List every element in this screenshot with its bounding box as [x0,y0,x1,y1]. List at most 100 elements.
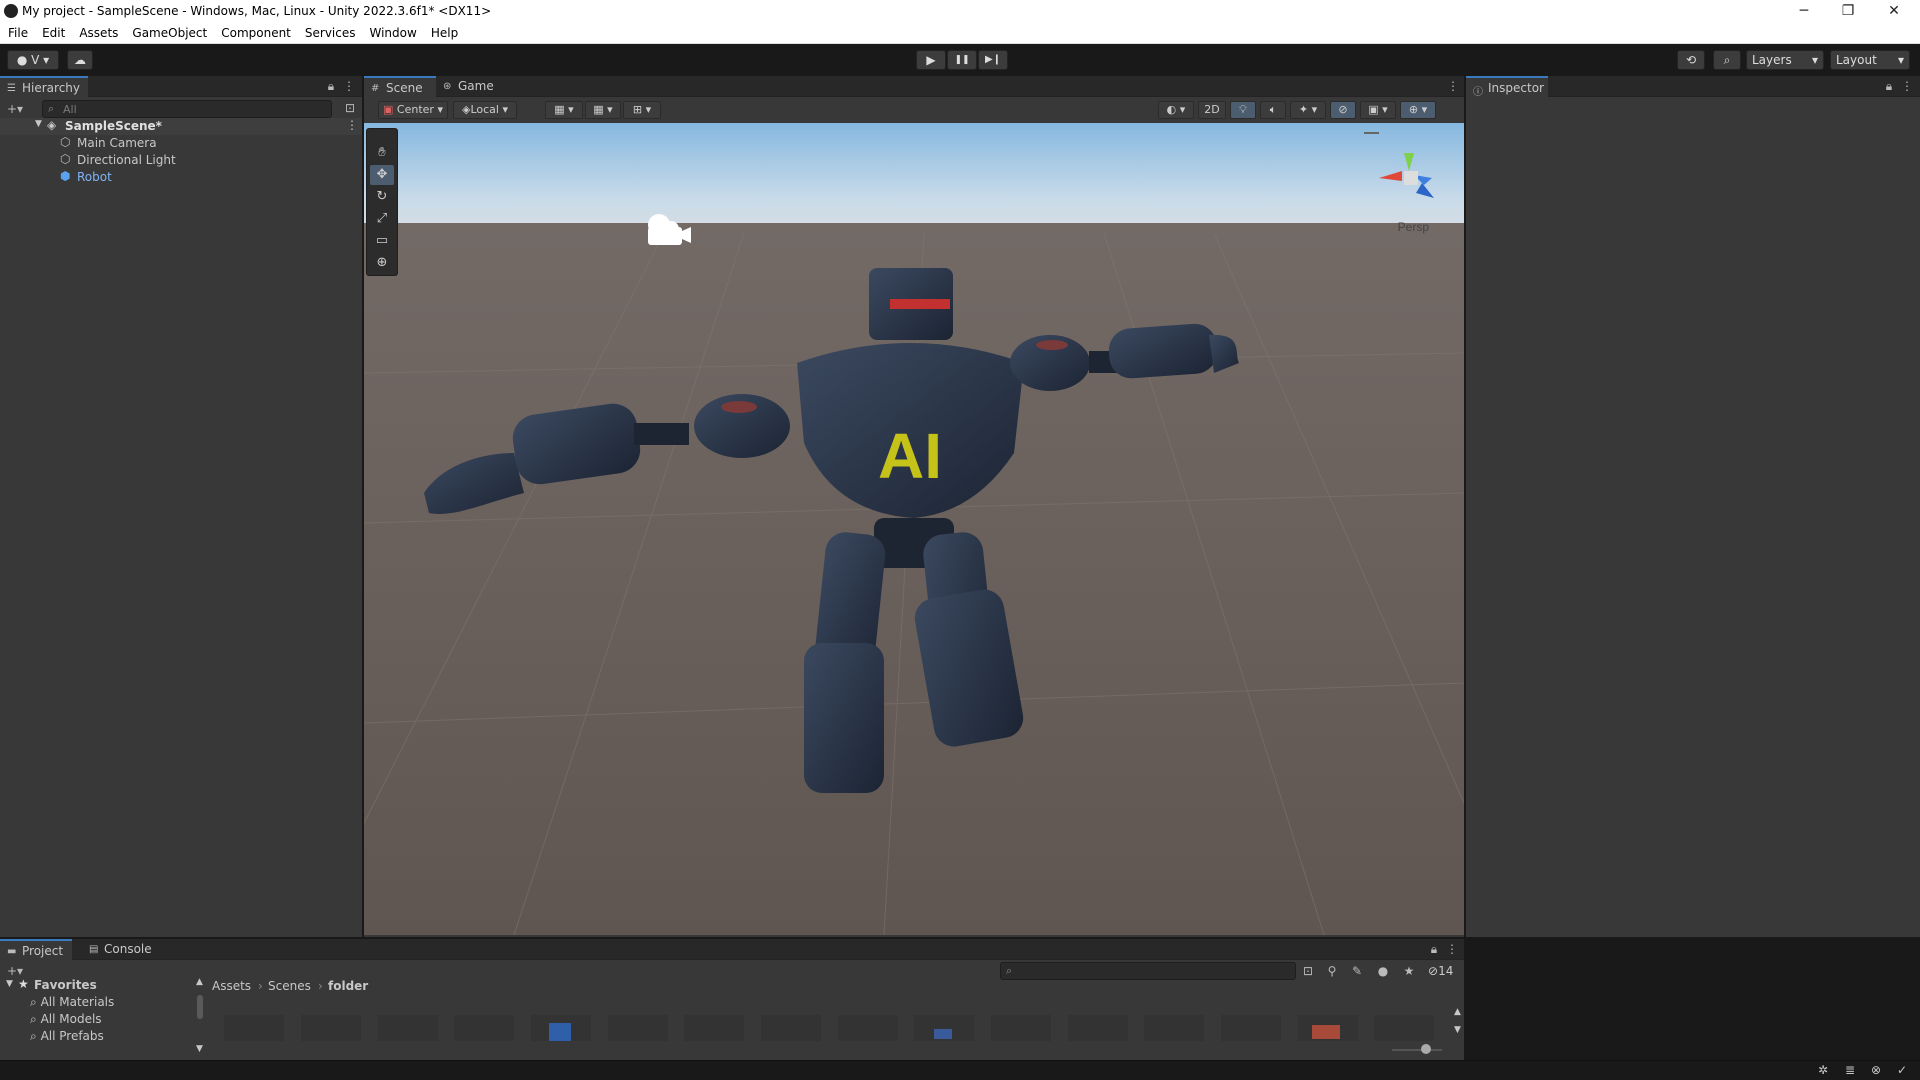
minimize-button[interactable]: ─ [1782,0,1826,23]
asset-thumbnail[interactable] [608,1015,668,1041]
persp-label[interactable]: Persp [1398,220,1430,234]
hierarchy-item[interactable]: ⬡ Main Camera [0,135,362,152]
debug-icon[interactable]: ✲ [1818,1063,1828,1077]
zoom-slider-thumb[interactable] [1421,1044,1431,1054]
kebab-menu-icon[interactable]: ⋮ [338,76,360,96]
favorite-item[interactable]: ⌕ All Prefabs [30,1029,104,1044]
transform-tool-icon[interactable]: ⊕ [370,253,394,273]
breadcrumb-assets[interactable]: Assets [212,979,251,993]
hierarchy-search-input[interactable]: ⌕ All [42,100,332,118]
rotate-tool-icon[interactable]: ↻ [370,187,394,207]
stack-icon[interactable]: ≣ [1845,1063,1855,1077]
scroll-up-arrow-icon[interactable]: ▲ [196,977,203,987]
asset-thumbnail[interactable] [454,1015,514,1041]
pause-button[interactable]: ❚❚ [947,50,977,70]
draw-mode-dropdown[interactable]: ◐ ▾ [1158,101,1194,119]
space-local-dropdown[interactable]: ◈Local ▾ [453,101,517,119]
hierarchy-item[interactable]: ⬡ Directional Light [0,152,362,169]
menu-window[interactable]: Window [362,23,423,40]
move-tool-icon[interactable]: ✥ [370,165,394,185]
rect-tool-icon[interactable]: ▭ [370,231,394,251]
scene-name: SampleScene* [65,119,162,133]
search-button[interactable]: ⌕ [1713,50,1741,70]
tree-scrollbar[interactable] [197,995,203,1019]
audio-toggle[interactable]: 🔈︎ [1260,101,1286,119]
account-dropdown[interactable]: ● V ▾ [7,50,59,70]
menu-file[interactable]: File [0,23,34,40]
scene-viewport[interactable]: AI Persp [364,123,1464,935]
check-icon[interactable]: ✓ [1897,1063,1907,1077]
asset-thumbnail[interactable] [991,1015,1051,1041]
menu-edit[interactable]: Edit [34,23,71,40]
asset-thumbnail[interactable] [761,1015,821,1041]
asset-thumbnail[interactable] [1221,1015,1281,1041]
increment-snap-dropdown[interactable]: ⊞ ▾ [623,101,661,119]
hidden-objects-toggle[interactable]: ⊘ [1330,101,1356,119]
asset-thumbnail[interactable] [301,1015,361,1041]
tab-hierarchy[interactable]: ☰ Hierarchy [0,76,89,97]
favorite-item[interactable]: ⌕ All Models [30,1012,102,1027]
zoom-slider-track[interactable] [1392,1049,1442,1051]
tab-scene[interactable]: # Scene [364,76,436,97]
kebab-menu-icon[interactable]: ⋮ [1896,76,1918,96]
scroll-down-arrow-icon[interactable]: ▼ [1454,1025,1461,1035]
hierarchy-item-selected[interactable]: ⬢ Robot [0,169,362,186]
grid-snap-dropdown[interactable]: ▦ ▾ [545,101,583,119]
lighting-toggle[interactable]: 💡︎ [1230,101,1256,119]
scene-row[interactable]: ▼ ◈ SampleScene* ⋮ [0,118,362,135]
menu-services[interactable]: Services [297,23,362,40]
gizmos-dropdown[interactable]: ⊕ ▾ [1400,101,1436,119]
asset-thumbnail[interactable] [1068,1015,1128,1041]
grid-toggle-dropdown[interactable]: ▦ ▾ [585,101,621,119]
asset-thumbnail[interactable] [838,1015,898,1041]
favorite-item[interactable]: ⌕ All Materials [30,995,114,1010]
scroll-up-arrow-icon[interactable]: ▲ [1454,1007,1461,1017]
expand-arrow-icon[interactable]: ▼ [6,979,13,989]
asset-thumbnail[interactable] [378,1015,438,1041]
asset-thumbnail[interactable] [1298,1015,1358,1041]
tab-project[interactable]: ▬ Project [0,939,72,960]
scroll-down-arrow-icon[interactable]: ▼ [196,1044,203,1054]
menu-assets[interactable]: Assets [71,23,124,40]
dropdown-arrow-icon: ▾ [1811,53,1818,67]
hand-tool-icon[interactable]: ✋︎ [370,143,394,163]
layers-dropdown[interactable]: Layers ▾ [1746,50,1824,70]
toggle-2d-button[interactable]: 2D [1198,101,1226,119]
tab-console[interactable]: ▤ Console [82,939,162,960]
step-button[interactable]: ▶❙ [978,50,1008,70]
scale-tool-icon[interactable]: ⤢ [370,209,394,229]
asset-thumbnail[interactable] [1144,1015,1204,1041]
scene-visibility-icon[interactable]: ⊡ [339,98,361,118]
tab-inspector[interactable]: ⓘ Inspector [1466,76,1548,98]
cloud-button[interactable]: ☁ [67,50,93,70]
search-icon: ⌕ [1723,53,1731,67]
camera-settings-dropdown[interactable]: ▣ ▾ [1360,101,1396,119]
tab-game[interactable]: ⊛ Game [436,76,506,97]
breadcrumb-folder[interactable]: folder [328,979,368,993]
hidden-packages-count[interactable]: ⊘14 [1428,964,1453,978]
add-object-button[interactable]: +▾ [4,99,26,119]
undo-history-button[interactable]: ⟲ [1677,50,1705,70]
menu-component[interactable]: Component [213,23,297,40]
asset-thumbnail[interactable] [1374,1015,1434,1041]
effects-dropdown[interactable]: ✦ ▾ [1290,101,1326,119]
breadcrumb-scenes[interactable]: Scenes [268,979,311,993]
asset-thumbnail[interactable] [224,1015,284,1041]
restore-button[interactable]: ❐ [1826,0,1870,23]
favorites-label[interactable]: Favorites [34,978,97,992]
menu-help[interactable]: Help [423,23,464,40]
asset-thumbnail[interactable] [684,1015,744,1041]
expand-arrow-icon[interactable]: ▼ [35,119,42,129]
layout-dropdown[interactable]: Layout ▾ [1830,50,1910,70]
asset-thumbnail[interactable] [531,1015,591,1041]
kebab-menu-icon[interactable]: ⋮ [1441,939,1463,959]
close-button[interactable]: ✕ [1872,0,1916,23]
menu-gameobject[interactable]: GameObject [124,23,213,40]
kebab-menu-icon[interactable]: ⋮ [346,118,358,132]
network-icon[interactable]: ⊗ [1871,1063,1881,1077]
play-button[interactable]: ▶ [916,50,946,70]
asset-thumbnail[interactable] [914,1015,974,1041]
kebab-menu-icon[interactable]: ⋮ [1442,76,1464,96]
search-icon: ⌕ [1006,964,1013,977]
pivot-center-dropdown[interactable]: ▣ Center ▾ [378,101,448,119]
